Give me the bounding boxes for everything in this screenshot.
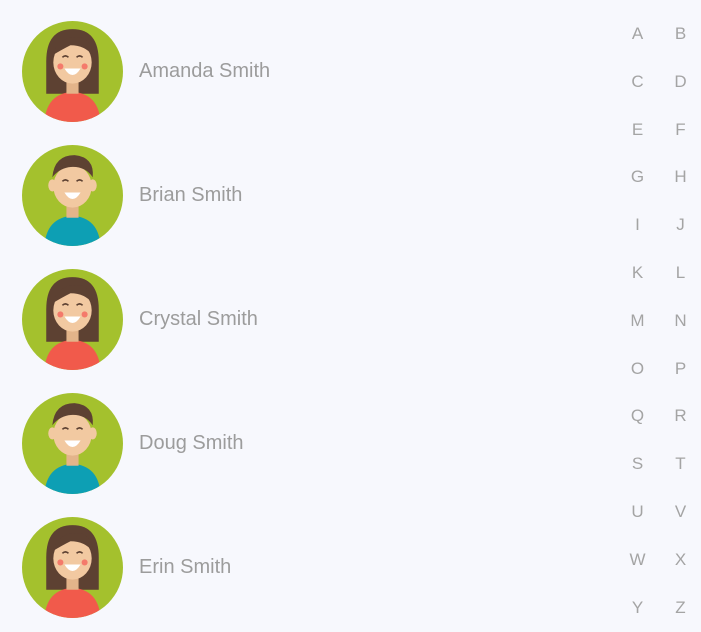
contact-row-crystal-smith[interactable]: Crystal Smith [0, 248, 600, 372]
index-letter-x[interactable]: X [660, 538, 701, 586]
index-letter-g[interactable]: G [615, 155, 660, 203]
index-letter-s[interactable]: S [615, 442, 660, 490]
index-letter-e[interactable]: E [615, 108, 660, 156]
index-letter-u[interactable]: U [615, 490, 660, 538]
index-letter-c[interactable]: C [615, 60, 660, 108]
index-letter-y[interactable]: Y [615, 586, 660, 632]
index-letter-v[interactable]: V [660, 490, 701, 538]
index-letter-w[interactable]: W [615, 538, 660, 586]
alphabet-index: A B C D E F G H I J K L M N O P Q R S T … [615, 12, 701, 626]
index-letter-z[interactable]: Z [660, 586, 701, 632]
index-letter-l[interactable]: L [660, 251, 701, 299]
index-letter-f[interactable]: F [660, 108, 701, 156]
female-avatar-icon [22, 517, 123, 618]
contact-list: Amanda Smith Brian Smith Crystal Smith D… [0, 0, 600, 632]
index-letter-b[interactable]: B [660, 12, 701, 60]
contact-name: Erin Smith [139, 556, 232, 578]
male-avatar-icon [22, 393, 123, 494]
index-letter-i[interactable]: I [615, 203, 660, 251]
index-letter-m[interactable]: M [615, 299, 660, 347]
contact-name: Doug Smith [139, 432, 244, 454]
index-letter-t[interactable]: T [660, 442, 701, 490]
index-letter-p[interactable]: P [660, 347, 701, 395]
index-letter-d[interactable]: D [660, 60, 701, 108]
index-letter-j[interactable]: J [660, 203, 701, 251]
contact-row-erin-smith[interactable]: Erin Smith [0, 496, 600, 620]
female-avatar-icon [22, 269, 123, 370]
index-letter-q[interactable]: Q [615, 394, 660, 442]
male-avatar-icon [22, 145, 123, 246]
contact-row-brian-smith[interactable]: Brian Smith [0, 124, 600, 248]
contact-row-amanda-smith[interactable]: Amanda Smith [0, 0, 600, 124]
index-letter-k[interactable]: K [615, 251, 660, 299]
index-letter-o[interactable]: O [615, 347, 660, 395]
contact-name: Amanda Smith [139, 60, 271, 82]
index-letter-r[interactable]: R [660, 394, 701, 442]
index-letter-n[interactable]: N [660, 299, 701, 347]
female-avatar-icon [22, 21, 123, 122]
contacts-screen: Amanda Smith Brian Smith Crystal Smith D… [0, 0, 701, 632]
contact-name: Crystal Smith [139, 308, 258, 330]
contact-row-doug-smith[interactable]: Doug Smith [0, 372, 600, 496]
contact-name: Brian Smith [139, 184, 243, 206]
index-letter-a[interactable]: A [615, 12, 660, 60]
index-letter-h[interactable]: H [660, 155, 701, 203]
